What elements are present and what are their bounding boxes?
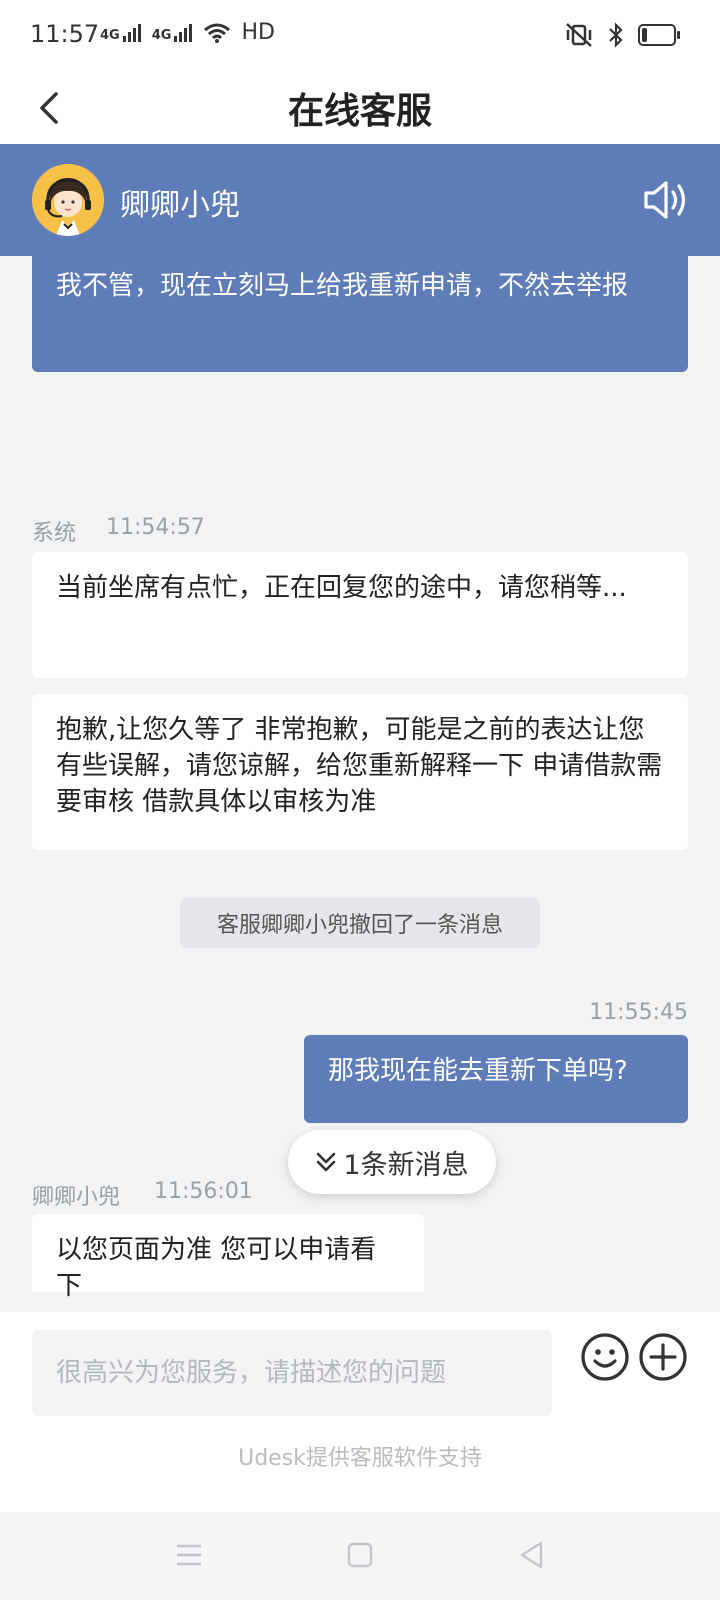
- agent-name: 卿卿小兜: [120, 188, 240, 223]
- emoji-icon[interactable]: [580, 1332, 630, 1382]
- agent-bar: 卿卿小兜: [0, 144, 720, 256]
- page-title: 在线客服: [287, 91, 432, 132]
- message-bubble-user: 那我现在能去重新下单吗?: [304, 1035, 688, 1123]
- hd-indicator: HD: [241, 20, 275, 45]
- battery-icon: [638, 24, 680, 46]
- status-bar: 11:57 4G 4G HD: [0, 0, 720, 72]
- add-icon[interactable]: [638, 1332, 688, 1382]
- cellular-signal-icon: 4G: [100, 23, 142, 43]
- message-text: 我不管，现在立刻马上给我重新申请，不然去举报: [56, 271, 629, 301]
- bluetooth-icon: [609, 22, 623, 48]
- message-text: 那我现在能去重新下单吗?: [328, 1056, 628, 1086]
- message-bubble-agent: 以您页面为准 您可以申请看下: [32, 1214, 424, 1301]
- back-nav-icon[interactable]: [514, 1538, 548, 1572]
- status-left-icons: 4G 4G HD: [100, 20, 275, 45]
- agent-sender: 卿卿小兜: [32, 1185, 121, 1210]
- system-nav-bar: [0, 1512, 720, 1600]
- system-sender: 系统: [32, 521, 77, 546]
- message-text: 以您页面为准 您可以申请看下: [56, 1235, 377, 1301]
- battery-fill: [642, 28, 647, 42]
- powered-by: Udesk提供客服软件支持: [238, 1446, 482, 1471]
- message-bubble-agent: 抱歉,让您久等了 非常抱歉，可能是之前的表达让您有些误解，请您谅解，给您重新解释…: [32, 694, 688, 850]
- agent-avatar: [32, 164, 104, 236]
- double-chevron-down-icon: [317, 1152, 336, 1172]
- system-timestamp: 11:54:57: [106, 515, 205, 540]
- cellular-signal-2-icon: 4G: [152, 23, 194, 43]
- message-text: 抱歉,让您久等了 非常抱歉，可能是之前的表达让您有些误解，请您谅解，给您重新解释…: [56, 715, 663, 817]
- signal-2-label: 4G: [151, 27, 172, 43]
- signal-1-label: 4G: [100, 27, 120, 43]
- wifi-icon: [204, 23, 231, 43]
- status-right-icons: [564, 22, 680, 48]
- speaker-icon[interactable]: [642, 178, 690, 222]
- message-bubble-user: 我不管，现在立刻马上给我重新申请，不然去举报: [32, 256, 688, 372]
- message-input[interactable]: [32, 1330, 552, 1416]
- message-bubble-system: 当前坐席有点忙，正在回复您的途中，请您稍等...: [32, 552, 688, 678]
- title-bar: 在线客服: [0, 72, 720, 144]
- input-area: Udesk提供客服软件支持: [0, 1312, 720, 1512]
- menu-icon[interactable]: [172, 1538, 206, 1572]
- recall-notice: 客服卿卿小兜撤回了一条消息: [180, 898, 540, 948]
- agent-timestamp: 11:56:01: [154, 1179, 253, 1204]
- new-messages-button[interactable]: 1条新消息: [288, 1130, 496, 1194]
- status-time: 11:57: [30, 20, 100, 48]
- home-icon[interactable]: [343, 1538, 377, 1572]
- vibrate-mute-icon: [566, 23, 592, 47]
- new-messages-label: 1条新消息: [343, 1149, 469, 1181]
- message-text: 当前坐席有点忙，正在回复您的途中，请您稍等...: [56, 573, 627, 603]
- user-timestamp: 11:55:45: [589, 1000, 688, 1025]
